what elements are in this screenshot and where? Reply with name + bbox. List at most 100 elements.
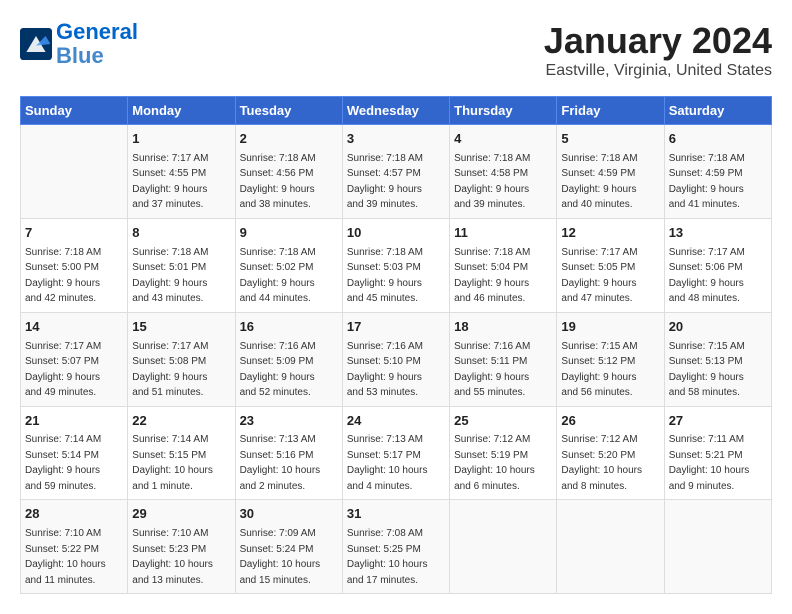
- day-number: 9: [240, 224, 338, 243]
- calendar-cell: 25 Sunrise: 7:12 AM Sunset: 5:19 PM Dayli…: [450, 406, 557, 500]
- day-info: Sunrise: 7:15 AM Sunset: 5:12 PM Dayligh…: [561, 341, 637, 399]
- day-info: Sunrise: 7:14 AM Sunset: 5:15 PM Dayligh…: [132, 434, 213, 492]
- calendar-cell: 12 Sunrise: 7:17 AM Sunset: 5:05 PM Dayli…: [557, 218, 664, 312]
- day-number: 16: [240, 318, 338, 337]
- main-title: January 2024: [544, 20, 772, 62]
- day-info: Sunrise: 7:18 AM Sunset: 5:02 PM Dayligh…: [240, 247, 316, 305]
- title-block: January 2024 Eastville, Virginia, United…: [544, 20, 772, 80]
- day-number: 22: [132, 412, 230, 431]
- day-info: Sunrise: 7:10 AM Sunset: 5:22 PM Dayligh…: [25, 528, 106, 586]
- day-info: Sunrise: 7:18 AM Sunset: 4:57 PM Dayligh…: [347, 153, 423, 211]
- calendar-cell: 3 Sunrise: 7:18 AM Sunset: 4:57 PM Daylig…: [342, 125, 449, 219]
- calendar-cell: 11Sunrise: 7:18 AM Sunset: 5:04 PM Dayli…: [450, 218, 557, 312]
- day-info: Sunrise: 7:12 AM Sunset: 5:19 PM Dayligh…: [454, 434, 535, 492]
- day-info: Sunrise: 7:13 AM Sunset: 5:16 PM Dayligh…: [240, 434, 321, 492]
- calendar-cell: [450, 500, 557, 594]
- calendar-cell: 8 Sunrise: 7:18 AM Sunset: 5:01 PM Daylig…: [128, 218, 235, 312]
- column-header-thursday: Thursday: [450, 97, 557, 125]
- calendar-cell: 9 Sunrise: 7:18 AM Sunset: 5:02 PM Daylig…: [235, 218, 342, 312]
- calendar-cell: 26 Sunrise: 7:12 AM Sunset: 5:20 PM Dayli…: [557, 406, 664, 500]
- day-info: Sunrise: 7:18 AM Sunset: 5:03 PM Dayligh…: [347, 247, 423, 305]
- calendar-cell: 30 Sunrise: 7:09 AM Sunset: 5:24 PM Dayli…: [235, 500, 342, 594]
- column-header-tuesday: Tuesday: [235, 97, 342, 125]
- day-info: Sunrise: 7:09 AM Sunset: 5:24 PM Dayligh…: [240, 528, 321, 586]
- column-header-row: SundayMondayTuesdayWednesdayThursdayFrid…: [21, 97, 772, 125]
- column-header-friday: Friday: [557, 97, 664, 125]
- day-number: 31: [347, 505, 445, 524]
- calendar-cell: 24Sunrise: 7:13 AM Sunset: 5:17 PM Dayli…: [342, 406, 449, 500]
- logo-icon: [20, 28, 52, 60]
- calendar-cell: [21, 125, 128, 219]
- calendar-cell: 7Sunrise: 7:18 AM Sunset: 5:00 PM Daylig…: [21, 218, 128, 312]
- calendar-cell: 31 Sunrise: 7:08 AM Sunset: 5:25 PM Dayli…: [342, 500, 449, 594]
- day-info: Sunrise: 7:18 AM Sunset: 4:59 PM Dayligh…: [561, 153, 637, 211]
- calendar-cell: [557, 500, 664, 594]
- week-row-5: 28 Sunrise: 7:10 AM Sunset: 5:22 PM Dayli…: [21, 500, 772, 594]
- day-number: 18: [454, 318, 552, 337]
- logo-text: General Blue: [56, 20, 138, 68]
- day-number: 8: [132, 224, 230, 243]
- day-number: 4: [454, 130, 552, 149]
- day-info: Sunrise: 7:18 AM Sunset: 4:56 PM Dayligh…: [240, 153, 316, 211]
- day-info: Sunrise: 7:08 AM Sunset: 5:25 PM Dayligh…: [347, 528, 428, 586]
- week-row-3: 14 Sunrise: 7:17 AM Sunset: 5:07 PM Dayli…: [21, 312, 772, 406]
- column-header-saturday: Saturday: [664, 97, 771, 125]
- day-number: 30: [240, 505, 338, 524]
- day-info: Sunrise: 7:18 AM Sunset: 4:59 PM Dayligh…: [669, 153, 745, 211]
- day-number: 26: [561, 412, 659, 431]
- day-info: Sunrise: 7:16 AM Sunset: 5:11 PM Dayligh…: [454, 341, 530, 399]
- calendar-cell: 28 Sunrise: 7:10 AM Sunset: 5:22 PM Dayli…: [21, 500, 128, 594]
- day-number: 11: [454, 224, 552, 243]
- calendar-cell: 2Sunrise: 7:18 AM Sunset: 4:56 PM Daylig…: [235, 125, 342, 219]
- calendar-cell: 4 Sunrise: 7:18 AM Sunset: 4:58 PM Daylig…: [450, 125, 557, 219]
- day-info: Sunrise: 7:17 AM Sunset: 5:08 PM Dayligh…: [132, 341, 208, 399]
- day-info: Sunrise: 7:14 AM Sunset: 5:14 PM Dayligh…: [25, 434, 101, 492]
- week-row-2: 7Sunrise: 7:18 AM Sunset: 5:00 PM Daylig…: [21, 218, 772, 312]
- logo: General Blue: [20, 20, 138, 68]
- day-number: 10: [347, 224, 445, 243]
- calendar-cell: 23 Sunrise: 7:13 AM Sunset: 5:16 PM Dayli…: [235, 406, 342, 500]
- calendar-cell: 14 Sunrise: 7:17 AM Sunset: 5:07 PM Dayli…: [21, 312, 128, 406]
- calendar-cell: 10 Sunrise: 7:18 AM Sunset: 5:03 PM Dayli…: [342, 218, 449, 312]
- day-info: Sunrise: 7:16 AM Sunset: 5:09 PM Dayligh…: [240, 341, 316, 399]
- day-number: 28: [25, 505, 123, 524]
- calendar-cell: 21 Sunrise: 7:14 AM Sunset: 5:14 PM Dayli…: [21, 406, 128, 500]
- day-number: 5: [561, 130, 659, 149]
- day-info: Sunrise: 7:12 AM Sunset: 5:20 PM Dayligh…: [561, 434, 642, 492]
- day-info: Sunrise: 7:17 AM Sunset: 5:06 PM Dayligh…: [669, 247, 745, 305]
- day-number: 14: [25, 318, 123, 337]
- calendar-body: 1Sunrise: 7:17 AM Sunset: 4:55 PM Daylig…: [21, 125, 772, 594]
- column-header-sunday: Sunday: [21, 97, 128, 125]
- day-number: 21: [25, 412, 123, 431]
- day-info: Sunrise: 7:18 AM Sunset: 5:01 PM Dayligh…: [132, 247, 208, 305]
- day-info: Sunrise: 7:17 AM Sunset: 5:05 PM Dayligh…: [561, 247, 637, 305]
- calendar-cell: 13Sunrise: 7:17 AM Sunset: 5:06 PM Dayli…: [664, 218, 771, 312]
- calendar-table: SundayMondayTuesdayWednesdayThursdayFrid…: [20, 96, 772, 594]
- day-number: 23: [240, 412, 338, 431]
- day-info: Sunrise: 7:17 AM Sunset: 4:55 PM Dayligh…: [132, 153, 208, 211]
- day-number: 7: [25, 224, 123, 243]
- day-number: 29: [132, 505, 230, 524]
- calendar-cell: 27Sunrise: 7:11 AM Sunset: 5:21 PM Dayli…: [664, 406, 771, 500]
- calendar-cell: 29 Sunrise: 7:10 AM Sunset: 5:23 PM Dayli…: [128, 500, 235, 594]
- calendar-cell: 15Sunrise: 7:17 AM Sunset: 5:08 PM Dayli…: [128, 312, 235, 406]
- day-number: 12: [561, 224, 659, 243]
- subtitle: Eastville, Virginia, United States: [544, 62, 772, 80]
- day-info: Sunrise: 7:17 AM Sunset: 5:07 PM Dayligh…: [25, 341, 101, 399]
- week-row-1: 1Sunrise: 7:17 AM Sunset: 4:55 PM Daylig…: [21, 125, 772, 219]
- day-number: 3: [347, 130, 445, 149]
- day-number: 24: [347, 412, 445, 431]
- day-info: Sunrise: 7:18 AM Sunset: 4:58 PM Dayligh…: [454, 153, 530, 211]
- day-info: Sunrise: 7:15 AM Sunset: 5:13 PM Dayligh…: [669, 341, 745, 399]
- day-info: Sunrise: 7:16 AM Sunset: 5:10 PM Dayligh…: [347, 341, 423, 399]
- week-row-4: 21 Sunrise: 7:14 AM Sunset: 5:14 PM Dayli…: [21, 406, 772, 500]
- calendar-cell: 1Sunrise: 7:17 AM Sunset: 4:55 PM Daylig…: [128, 125, 235, 219]
- column-header-monday: Monday: [128, 97, 235, 125]
- calendar-cell: 22 Sunrise: 7:14 AM Sunset: 5:15 PM Dayli…: [128, 406, 235, 500]
- page-header: General Blue January 2024 Eastville, Vir…: [20, 20, 772, 80]
- day-number: 25: [454, 412, 552, 431]
- day-info: Sunrise: 7:10 AM Sunset: 5:23 PM Dayligh…: [132, 528, 213, 586]
- calendar-cell: 17 Sunrise: 7:16 AM Sunset: 5:10 PM Dayli…: [342, 312, 449, 406]
- day-number: 17: [347, 318, 445, 337]
- day-number: 27: [669, 412, 767, 431]
